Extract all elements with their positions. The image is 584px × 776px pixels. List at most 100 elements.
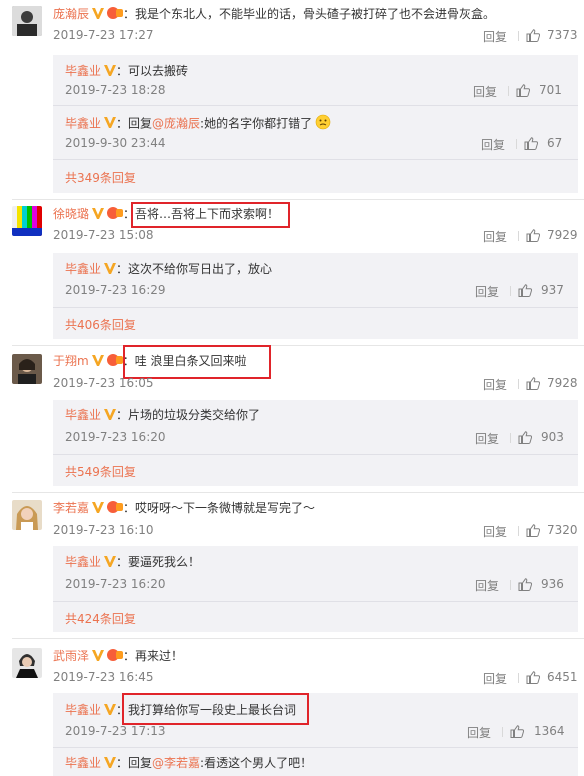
avatar[interactable] — [12, 500, 42, 530]
reply-separator: ： — [116, 408, 129, 422]
reply-button[interactable]: 回复 — [483, 28, 507, 45]
reply-list: 毕鑫业 ：片场的垃圾分类交给你了 2019-7-23 16:20 回复 903 共… — [53, 400, 578, 486]
like-count: 1364 — [534, 724, 565, 738]
divider — [516, 139, 517, 149]
reply-text: :看透这个男人了吧！ — [200, 756, 313, 770]
reply-meta: 2019-9-30 23:44 回复 67 — [65, 136, 578, 152]
divider — [518, 379, 519, 389]
reply-line: 毕鑫业 ：回复@庞瀚辰:她的名字你都打错了 — [65, 114, 331, 134]
reply-button[interactable]: 回复 — [475, 577, 499, 594]
like-count: 7373 — [547, 28, 578, 42]
vip-badge-icon — [104, 756, 117, 772]
comment-meta: 2019-7-23 16:45 回复 6451 — [53, 670, 584, 686]
reply-list: 毕鑫业 ：可以去搬砖 2019-7-23 18:28 回复 701 毕鑫业 ：回复@… — [53, 55, 578, 193]
mention-link[interactable]: @李若嘉 — [152, 756, 200, 770]
username-link[interactable]: 庞瀚辰 — [53, 7, 89, 21]
divider — [510, 286, 511, 296]
username-link[interactable]: 武雨泽 — [53, 649, 89, 663]
reply-text: 要逼死我么！ — [128, 555, 201, 569]
divider — [53, 307, 578, 308]
reply-button[interactable]: 回复 — [483, 670, 507, 687]
username-link[interactable]: 李若嘉 — [53, 501, 89, 515]
username-link[interactable]: 毕鑫业 — [65, 555, 101, 569]
comment-meta: 2019-7-23 15:08 回复 7929 — [53, 228, 584, 244]
thumb-up-icon[interactable] — [510, 725, 525, 741]
reply-button[interactable]: 回复 — [483, 523, 507, 540]
timestamp: 2019-7-23 18:28 — [65, 83, 166, 97]
reply-button[interactable]: 回复 — [483, 228, 507, 245]
thumb-up-icon[interactable] — [526, 377, 541, 393]
thumb-up-icon[interactable] — [526, 229, 541, 245]
divider — [508, 86, 509, 96]
view-all-replies-link[interactable]: 共349条回复 — [65, 169, 136, 186]
highlight-box — [122, 693, 309, 725]
avatar[interactable] — [12, 6, 42, 36]
timestamp: 2019-7-23 15:08 — [53, 228, 154, 242]
reply-separator: ：回复 — [116, 756, 153, 770]
avatar[interactable] — [12, 354, 42, 384]
divider — [518, 231, 519, 241]
thumb-up-icon[interactable] — [526, 29, 541, 45]
thumb-up-icon[interactable] — [518, 431, 533, 447]
reply-button[interactable]: 回复 — [475, 430, 499, 447]
timestamp: 2019-7-23 16:05 — [53, 376, 154, 390]
username-link[interactable]: 毕鑫业 — [65, 262, 101, 276]
reply-button[interactable]: 回复 — [467, 724, 491, 741]
view-all-replies-link[interactable]: 共424条回复 — [65, 610, 136, 627]
like-count: 7320 — [547, 523, 578, 537]
reply-list: 毕鑫业 ：要逼死我么！ 2019-7-23 16:20 回复 936 共424条回… — [53, 546, 578, 632]
username-link[interactable]: 毕鑫业 — [65, 408, 101, 422]
reply-separator: ：回复 — [116, 116, 153, 131]
timestamp: 2019-7-23 16:20 — [65, 430, 166, 444]
vip-badge-icon — [92, 501, 105, 517]
comment-feed: 庞瀚辰 ：我是个东北人，不能毕业的话，骨头碴子被打碎了也不会进骨灰盒。 2019-… — [0, 0, 584, 776]
thumb-up-icon[interactable] — [526, 671, 541, 687]
comment-line: 武雨泽 ：再来过！ — [53, 648, 183, 665]
vip-badge-icon — [104, 555, 117, 571]
comment-meta: 2019-7-23 16:10 回复 7320 — [53, 523, 584, 539]
timestamp: 2019-9-30 23:44 — [65, 136, 166, 150]
reply-line: 毕鑫业 ：可以去搬砖 — [65, 63, 188, 80]
reply-button[interactable]: 回复 — [483, 376, 507, 393]
divider — [502, 727, 503, 737]
reply-separator: ： — [116, 262, 129, 276]
timestamp: 2019-7-23 16:10 — [53, 523, 154, 537]
reply-button[interactable]: 回复 — [473, 83, 497, 100]
reply-text: :她的名字你都打错了 — [200, 116, 313, 131]
view-all-replies-link[interactable]: 共549条回复 — [65, 463, 136, 480]
comment-text: ：我是个东北人，不能毕业的话，骨头碴子被打碎了也不会进骨灰盒。 — [123, 7, 496, 21]
comment-meta: 2019-7-23 17:27 回复 7373 — [53, 28, 584, 44]
like-count: 67 — [547, 136, 563, 150]
reply-line: 毕鑫业 ：要逼死我么！ — [65, 554, 200, 571]
thumb-up-icon[interactable] — [518, 284, 533, 300]
comment-text: ：哎呀呀～下一条微博就是写完了～ — [123, 501, 316, 515]
like-count: 937 — [541, 283, 564, 297]
avatar[interactable] — [12, 648, 42, 678]
avatar[interactable] — [12, 206, 42, 236]
reply-meta: 2019-7-23 16:20 回复 936 — [65, 577, 578, 593]
thumb-up-icon[interactable] — [518, 578, 533, 594]
thumb-up-icon[interactable] — [524, 137, 539, 153]
divider — [518, 673, 519, 683]
username-link[interactable]: 毕鑫业 — [65, 64, 101, 78]
divider — [12, 492, 584, 493]
reply-button[interactable]: 回复 — [475, 283, 499, 300]
reply-button[interactable]: 回复 — [481, 136, 505, 153]
username-link[interactable]: 于翔m — [53, 354, 89, 368]
view-all-replies-link[interactable]: 共406条回复 — [65, 316, 136, 333]
reply-meta: 2019-7-23 17:13 回复 1364 — [65, 724, 578, 740]
thumb-up-icon[interactable] — [526, 524, 541, 540]
mention-link[interactable]: @庞瀚辰 — [152, 117, 200, 131]
member-badge-icon — [107, 500, 124, 517]
reply-text: 这次不给你写日出了，放心 — [128, 262, 273, 276]
username-link[interactable]: 毕鑫业 — [65, 117, 101, 131]
reply-text: 片场的垃圾分类交给你了 — [128, 408, 261, 422]
username-link[interactable]: 毕鑫业 — [65, 703, 101, 717]
thumb-up-icon[interactable] — [516, 84, 531, 100]
username-link[interactable]: 毕鑫业 — [65, 756, 101, 770]
timestamp: 2019-7-23 16:20 — [65, 577, 166, 591]
vip-badge-icon — [104, 703, 117, 719]
username-link[interactable]: 徐晓璐 — [53, 207, 89, 221]
reply-list: 毕鑫业 ：这次不给你写日出了，放心 2019-7-23 16:29 回复 937 … — [53, 253, 578, 339]
member-badge-icon — [107, 648, 124, 665]
